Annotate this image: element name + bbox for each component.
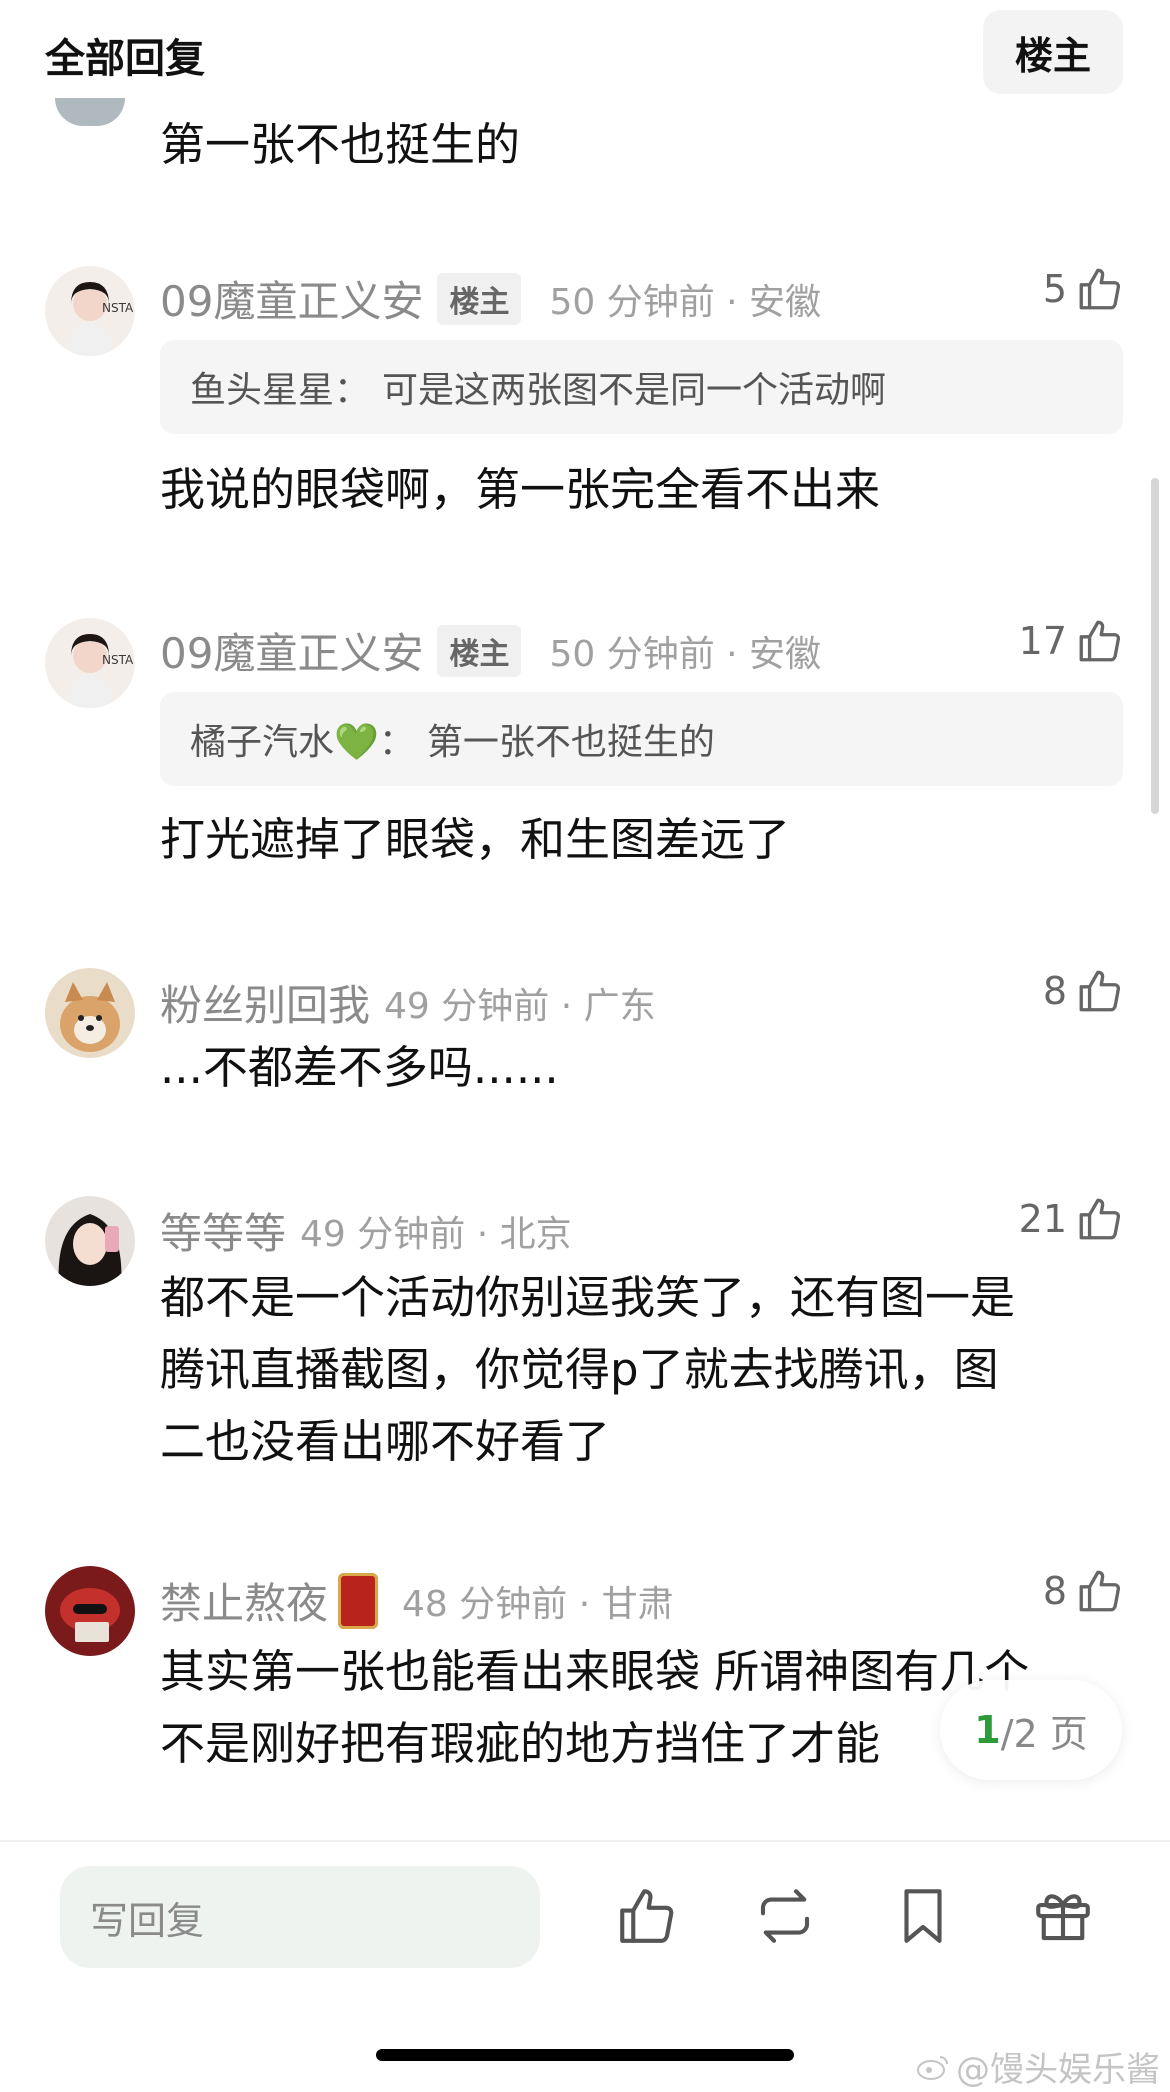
repost-icon[interactable] bbox=[752, 1883, 818, 1949]
like-button[interactable]: 8 bbox=[1043, 1566, 1125, 1616]
page-indicator[interactable]: 1 /2 页 bbox=[940, 1680, 1122, 1780]
comment-text: 第一张不也挺生的 bbox=[160, 118, 521, 171]
header: 全部回复 楼主 bbox=[0, 0, 1170, 100]
quoted-reply[interactable]: 橘子汽水💚： 第一张不也挺生的 bbox=[160, 692, 1123, 786]
comment-meta: 粉丝别回我 49 分钟前 · 广东 bbox=[160, 972, 656, 1033]
like-button[interactable]: 17 bbox=[1019, 616, 1125, 666]
owner-badge: 楼主 bbox=[437, 624, 522, 677]
comment-line: 腾讯直播截图，你觉得p了就去找腾讯，图 bbox=[160, 1343, 999, 1396]
comment-meta: 禁止熬夜 48 分钟前 · 甘肃 bbox=[160, 1570, 674, 1631]
comment-time: 49 分钟前 · 广东 bbox=[384, 985, 656, 1027]
thumb-up-icon bbox=[1079, 620, 1121, 662]
comment-text: 都不是一个活动你别逗我笑了，还有图一是 腾讯直播截图，你觉得p了就去找腾讯，图 … bbox=[160, 1262, 1100, 1478]
avatar[interactable] bbox=[45, 968, 135, 1058]
quoted-reply[interactable]: 鱼头星星： 可是这两张图不是同一个活动啊 bbox=[160, 340, 1123, 434]
comment-text: 打光遮掉了眼袋，和生图差远了 bbox=[160, 813, 791, 866]
avatar[interactable] bbox=[45, 1196, 135, 1286]
like-button[interactable]: 8 bbox=[1043, 966, 1125, 1016]
svg-text:NSTA: NSTA bbox=[102, 653, 134, 667]
comment-text: 我说的眼袋啊，第一张完全看不出来 bbox=[160, 463, 881, 516]
thumb-up-icon bbox=[1079, 1198, 1121, 1240]
comment-meta: 09魔童正义安 楼主 50 分钟前 · 安徽 bbox=[160, 620, 821, 681]
current-page: 1 bbox=[974, 1708, 1001, 1752]
like-count: 8 bbox=[1042, 969, 1067, 1013]
quote-user: 橘子汽水💚： bbox=[190, 722, 415, 763]
like-button[interactable]: 21 bbox=[1019, 1194, 1125, 1244]
gift-icon[interactable] bbox=[1030, 1883, 1096, 1949]
avatar[interactable] bbox=[45, 1566, 135, 1656]
username[interactable]: 09魔童正义安 bbox=[160, 620, 423, 681]
username[interactable]: 粉丝别回我 bbox=[160, 972, 370, 1033]
thumb-up-icon bbox=[1079, 1570, 1121, 1612]
owner-badge: 楼主 bbox=[437, 272, 522, 325]
thumb-up-icon bbox=[1079, 970, 1121, 1012]
quote-user: 鱼头星星： bbox=[190, 370, 371, 411]
weibo-icon bbox=[917, 2055, 948, 2080]
like-count: 5 bbox=[1042, 267, 1067, 311]
comment-meta: 等等等 49 分钟前 · 北京 bbox=[160, 1200, 572, 1261]
divider bbox=[0, 1840, 1170, 1842]
like-button[interactable]: 5 bbox=[1043, 264, 1125, 314]
username[interactable]: 等等等 bbox=[160, 1200, 286, 1261]
like-count: 17 bbox=[1018, 619, 1067, 663]
username[interactable]: 禁止熬夜 bbox=[160, 1570, 328, 1631]
comment-meta: 09魔童正义安 楼主 50 分钟前 · 安徽 bbox=[160, 268, 821, 329]
watermark-text: @馒头娱乐酱 bbox=[956, 2050, 1160, 2090]
owner-only-toggle[interactable]: 楼主 bbox=[983, 10, 1123, 94]
comment-time: 50 分钟前 · 安徽 bbox=[549, 633, 822, 675]
like-count: 8 bbox=[1042, 1569, 1067, 1613]
comment-time: 49 分钟前 · 北京 bbox=[300, 1213, 572, 1255]
scrollbar[interactable] bbox=[1151, 478, 1159, 814]
red-book-icon bbox=[338, 1572, 379, 1629]
username[interactable]: 09魔童正义安 bbox=[160, 268, 423, 329]
thumb-up-icon[interactable] bbox=[614, 1883, 680, 1949]
home-indicator bbox=[376, 2049, 794, 2061]
comment-time: 50 分钟前 · 安徽 bbox=[549, 281, 822, 323]
comment-line: 二也没看出哪不好看了 bbox=[160, 1415, 611, 1468]
comment-text: ...不都差不多吗...... bbox=[160, 1041, 559, 1094]
like-count: 21 bbox=[1018, 1197, 1067, 1241]
page-title: 全部回复 bbox=[45, 36, 205, 82]
thumb-up-icon bbox=[1079, 268, 1121, 310]
watermark: @馒头娱乐酱 bbox=[916, 2042, 1160, 2091]
avatar[interactable]: NSTA bbox=[45, 618, 135, 708]
total-pages: /2 页 bbox=[1000, 1711, 1088, 1756]
bookmark-icon[interactable] bbox=[890, 1883, 956, 1949]
svg-text:NSTA: NSTA bbox=[102, 301, 134, 315]
quote-text: 可是这两张图不是同一个活动啊 bbox=[382, 370, 887, 411]
comment-line: 都不是一个活动你别逗我笑了，还有图一是 bbox=[160, 1271, 1016, 1324]
quote-text: 第一张不也挺生的 bbox=[426, 722, 715, 763]
avatar[interactable] bbox=[55, 98, 125, 126]
comment-time: 48 分钟前 · 甘肃 bbox=[402, 1583, 674, 1625]
reply-input[interactable]: 写回复 bbox=[60, 1866, 540, 1968]
avatar[interactable]: NSTA bbox=[45, 266, 135, 356]
